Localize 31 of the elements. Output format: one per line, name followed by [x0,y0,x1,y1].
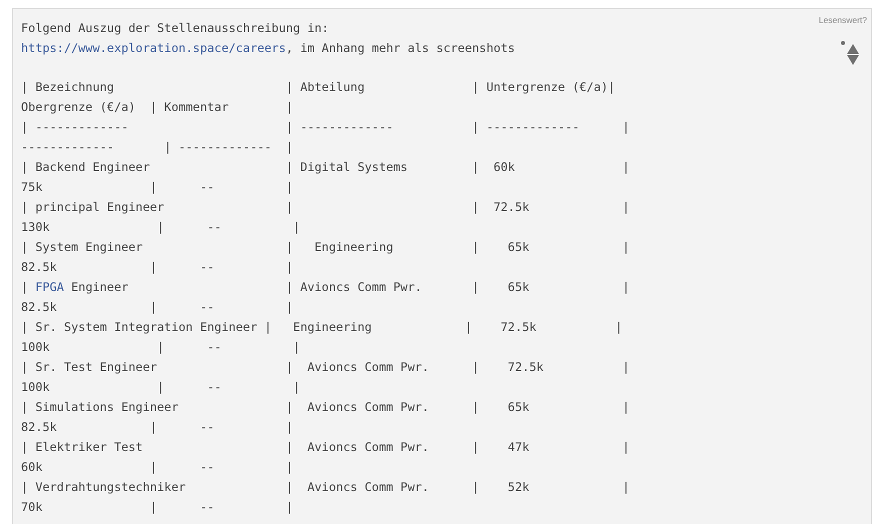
table-line: | Elektriker Test | Avioncs Comm Pwr. | 47k | [21,439,630,456]
intro-text: , im Anhang mehr als screenshots [286,40,515,57]
upvote-icon[interactable] [847,44,859,54]
table-line: Engineer | Avioncs Comm Pwr. | 65k | [70,279,630,296]
table-line: 100k | -- | [21,339,300,356]
table-line: | [21,279,30,296]
table-line: 75k | -- | [21,179,294,196]
table-line: ------------- | ------------- | [21,139,294,156]
table-line: | System Engineer | Engineering | 65k | [21,239,630,256]
link[interactable]: https://www.exploration.space/careers [21,38,286,58]
intro-text: Folgend Auszug der Stellenausschreibung in: [21,20,329,37]
table-line: Obergrenze (€/a) | Kommentar | [21,99,294,116]
dot-icon [841,41,845,45]
table-line: | Verdrahtungstechniker | Avioncs Comm Pwr. | 52k | [21,479,630,496]
table-line: | principal Engineer | | 72.5k | [21,199,630,216]
table-line: | Simulations Engineer | Avioncs Comm Pwr. | 65k | [21,399,630,416]
downvote-icon[interactable] [847,55,859,65]
table-line: 82.5k | -- | [21,299,294,316]
table-line: | Backend Engineer | Digital Systems | 60k | [21,159,630,176]
table-line: | ------------- | ------------- | ------------- | [21,119,630,136]
vote-label: Lesenswert? [818,15,867,25]
table-line: 60k | -- | [21,459,294,476]
table-line: 82.5k | -- | [21,419,294,436]
table-line: 100k | -- | [21,379,300,396]
table-line: | Sr. System Integration Engineer | Engineering | 72.5k | [21,319,622,336]
table-line: 82.5k | -- | [21,259,294,276]
table-line: | Sr. Test Engineer | Avioncs Comm Pwr. | 72.5k | [21,359,630,376]
table-line: 130k | -- | [21,219,300,236]
table-line: 70k | -- | [21,499,294,516]
link[interactable]: FPGA [35,277,64,297]
table-line: | Bezeichnung | Abteilung | Untergrenze (€/a)| [21,79,616,96]
